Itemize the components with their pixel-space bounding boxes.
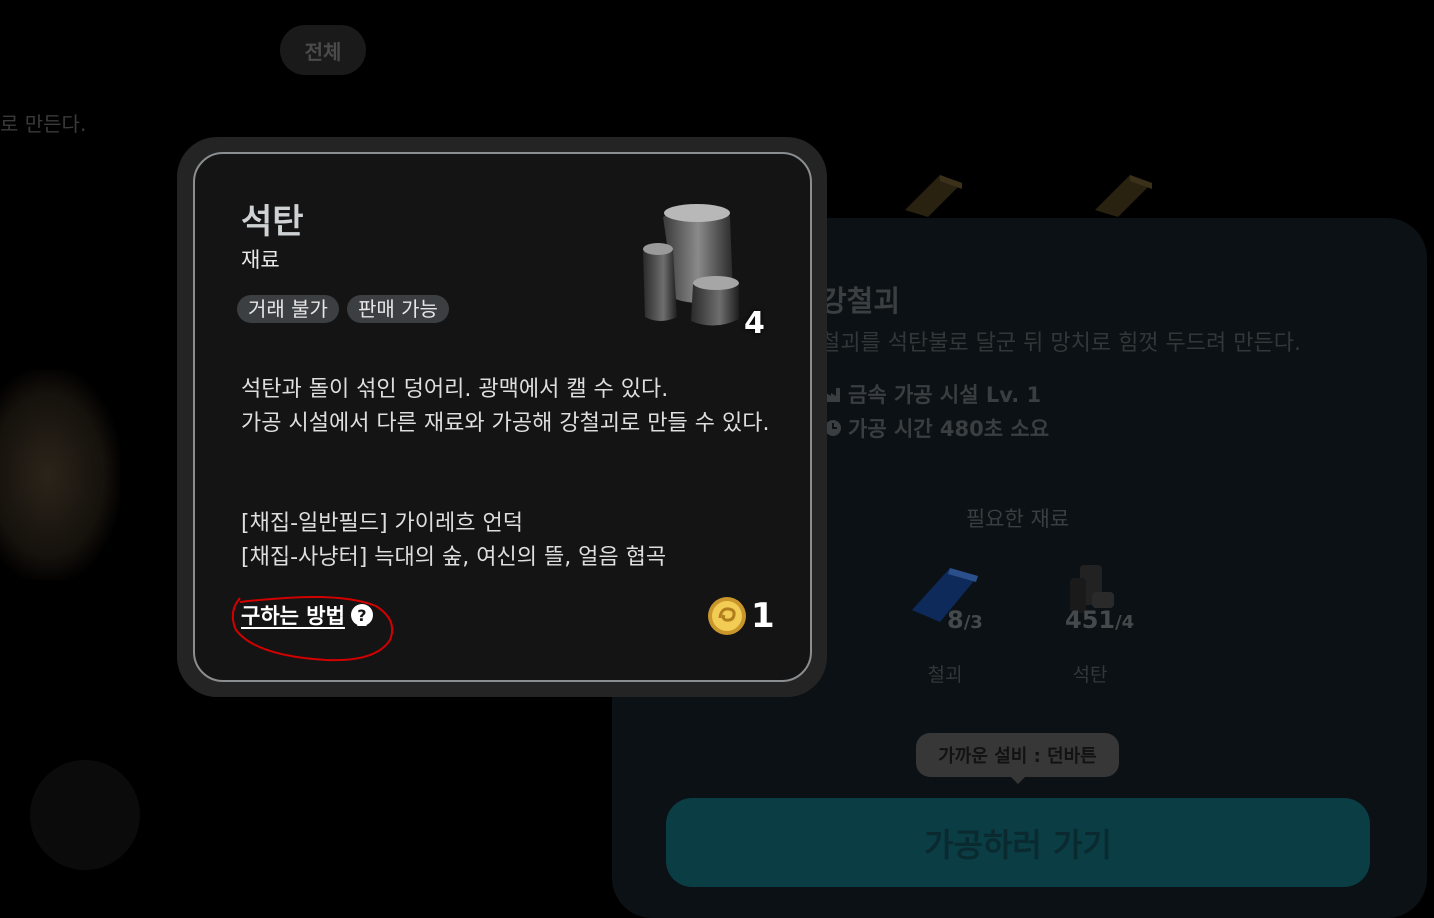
description-line: 석탄과 돌이 섞인 덩어리. 광맥에서 캘 수 있다.	[241, 377, 669, 402]
material-name: 철괴	[927, 664, 963, 686]
background-item-art	[0, 370, 120, 580]
facility-requirement: 금속 가공 시설 Lv. 1	[824, 379, 1041, 409]
filter-all-tab[interactable]: 전체	[280, 25, 366, 75]
tag-sellable: 판매 가능	[346, 295, 449, 323]
item-sources: [채집-일반필드] 가이레흐 언덕 [채집-사냥터] 늑대의 숲, 여신의 뜰,…	[241, 507, 666, 575]
craft-item-description: 철괴를 석탄불로 달군 뒤 망치로 힘껏 두드려 만든다.	[820, 331, 1301, 356]
facility-label: 금속 가공 시설 Lv. 1	[848, 383, 1042, 407]
nearest-facility-tooltip: 가까운 설비 : 던바튼	[916, 733, 1119, 784]
annotation-circle	[231, 596, 394, 662]
price-value: 1	[751, 596, 775, 636]
process-time-label: 가공 시간 480초 소요	[848, 417, 1050, 441]
ingot-icon	[1095, 175, 1152, 217]
background-text-fragment: 로 만든다.	[0, 112, 87, 136]
source-line: [채집-사냥터] 늑대의 숲, 여신의 뜰, 얼음 협곡	[241, 545, 667, 570]
material-count: 8/3	[947, 606, 983, 634]
required-materials-title: 필요한 재료	[965, 507, 1070, 531]
gold-coin-icon	[708, 597, 746, 635]
material-count: 451/4	[1065, 606, 1135, 634]
go-to-process-button[interactable]: 가공하러 가기	[666, 798, 1370, 887]
material-name: 석탄	[1072, 664, 1108, 686]
required-material-iron[interactable]: 8/3 철괴	[875, 560, 1015, 690]
ingot-icon	[905, 175, 962, 217]
background-slot	[30, 760, 140, 870]
required-material-coal[interactable]: 451/4 석탄	[1025, 560, 1165, 690]
item-name: 석탄	[241, 202, 304, 242]
item-quantity: 4	[744, 306, 765, 341]
item-type: 재료	[241, 248, 280, 272]
craft-item-title: 강철괴	[820, 284, 901, 318]
tag-not-tradable: 거래 불가	[237, 295, 339, 323]
item-description: 석탄과 돌이 섞인 덩어리. 광맥에서 캘 수 있다. 가공 시설에서 다른 재…	[241, 373, 771, 441]
process-time: 가공 시간 480초 소요	[824, 413, 1049, 443]
source-line: [채집-일반필드] 가이레흐 언덕	[241, 511, 523, 536]
item-tags: 거래 불가 판매 가능	[237, 295, 449, 323]
item-price: 1	[707, 596, 775, 636]
description-line: 가공 시설에서 다른 재료와 가공해 강철괴로 만들 수 있다.	[241, 411, 770, 436]
